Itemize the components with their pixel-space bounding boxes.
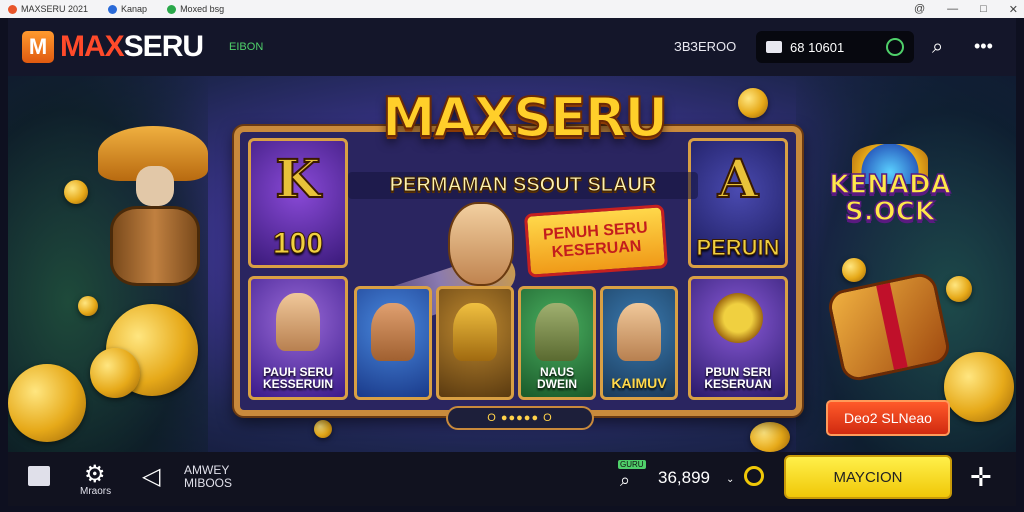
game-subtitle: PERMAMAN SSOUT SLAUR [348,172,698,199]
logo-icon[interactable]: M [22,31,54,63]
banner-text: PENUH SERU KESERUAN [542,219,649,262]
search-icon[interactable]: ⌕ [620,470,630,491]
tile-glyph: K [274,148,321,211]
symbol-tile-3[interactable] [436,286,514,400]
golden-warrior-icon [453,303,497,361]
maximize-button[interactable]: □ [980,3,987,15]
sound-icon[interactable]: ◁ [142,462,160,491]
settings-label: Mraors [80,486,112,497]
tab-label: MAXSERU 2021 [21,4,89,14]
browser-tab-3[interactable]: Moxed bsg [167,4,224,14]
account-icon[interactable]: @ [914,3,925,15]
orc-icon [535,303,579,361]
coin-icon [750,422,790,452]
more-menu-icon[interactable]: ••• [974,36,993,57]
logo-max-text: MAX [60,30,125,63]
coin-icon [738,88,768,118]
gear-icon[interactable]: ⚙ [84,460,106,489]
warrior-icon [276,293,320,351]
header-tag: EIBON [229,41,264,53]
search-icon[interactable]: ⌕ [932,36,943,59]
coin-icon [64,180,88,204]
browser-tab-2[interactable]: Kanap [108,4,147,14]
ring-icon [713,293,763,343]
symbol-tile-6[interactable]: PBUN SERI KESERUAN [688,276,788,400]
symbol-tile-a[interactable]: A PERUIN [688,138,788,268]
pirate-character-icon [98,126,208,286]
coin-icon [946,276,972,302]
wallet-value: 68 10601 [790,39,845,55]
window-controls: @ — □ ✕ [914,0,1018,18]
menu-label[interactable]: AMWEY MIBOOS [184,463,232,490]
bonus-sign[interactable]: KENADA S.OCK [820,144,960,234]
knight-icon [371,303,415,361]
coin-icon [78,296,98,316]
coin-icon [944,352,1014,422]
promo-button[interactable]: Deo2 SLNeao [826,400,950,436]
symbol-tile-1[interactable]: PAUH SERU KESSERUIN [248,276,348,400]
coin-icon [90,348,140,398]
spin-button[interactable]: MAYCION [784,455,952,499]
symbol-tile-4[interactable]: NAUS DWEIN [518,286,596,400]
game-screen: MAXSERU 2021 Kanap Moxed bsg @ — □ ✕ M M… [0,0,1024,512]
game-title: MAXSERU [381,85,669,150]
symbol-tile-k[interactable]: K 100 [248,138,348,268]
minimize-button[interactable]: — [947,3,958,15]
tile-label: NAUS DWEIN [537,364,577,392]
coin-ring-icon[interactable] [744,466,764,486]
tab-label: Moxed bsg [180,4,225,14]
tile-label: 100 [272,226,324,260]
bet-tag: GURU [618,460,646,469]
window-titlebar: MAXSERU 2021 Kanap Moxed bsg @ — □ ✕ [0,0,1024,18]
balance-label: ЗВЗЕRОО [674,39,737,54]
viking-icon [617,303,661,361]
tile-label: PBUN SERI KESERUAN [704,364,772,392]
tab-label: Kanap [121,4,148,14]
wallet-icon [766,41,782,53]
coin-icon [8,364,86,442]
browser-tab-1[interactable]: MAXSERU 2021 [8,4,88,14]
bonus-sign-text: KENADA S.OCK [829,170,952,228]
tab-favicon-icon [167,4,177,14]
game-stage: K 100 A PERUIN MAXSERU PERMAMAN SSOUT SL… [8,76,1016,452]
bet-amount: 36,899 [658,468,710,487]
tile-label: PERUIN [696,234,780,260]
refresh-icon[interactable] [886,38,904,56]
coin-icon [314,420,332,438]
wallet-balance[interactable]: 68 10601 [756,31,914,63]
bottom-control-bar: ⚙ Mraors ◁ AMWEY MIBOOS GURU ⌕ 36,899 ⌄ … [8,452,1016,506]
fullscreen-icon[interactable]: ✛ [970,462,992,493]
logo-seru-text: SERU [123,30,204,63]
symbol-tile-5[interactable]: KAIMUV [600,286,678,400]
promo-banner[interactable]: PENUH SERU KESERUAN [523,204,669,278]
tab-favicon-icon [8,4,17,14]
image-icon[interactable] [28,466,50,486]
close-button[interactable]: ✕ [1009,3,1018,16]
tab-favicon-icon [108,4,118,14]
reel-pager[interactable]: O ●●●●● O [446,406,594,430]
symbol-tile-2[interactable] [354,286,432,400]
coin-icon [842,258,866,282]
app-header: M MAXSERU EIBON ЗВЗЕRОО 68 10601 ⌕ ••• [8,18,1016,76]
logo-wordmark[interactable]: MAXSERU [60,30,204,64]
tile-label: PAUH SERU KESSERUIN [262,364,333,392]
tile-glyph: A [717,148,759,211]
hero-character-icon [448,202,514,286]
chevron-down-icon[interactable]: ⌄ [726,474,734,485]
tile-label: KAIMUV [611,375,667,392]
